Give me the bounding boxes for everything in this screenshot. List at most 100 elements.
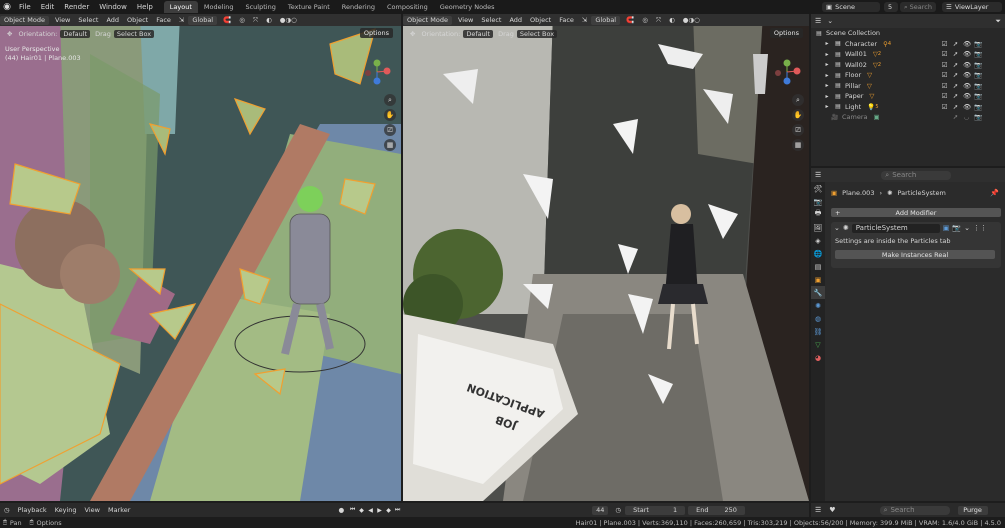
expand-arrow-icon[interactable]: ▸ [823,61,831,69]
camera-render-icon[interactable]: 📷 [974,71,982,79]
edit-mode-toggle-icon[interactable]: ▣ [943,224,950,232]
camera-render-icon[interactable]: 📷 [974,103,982,111]
next-key-icon[interactable]: ◆ [384,506,393,515]
tab-texture-paint[interactable]: Texture Paint [282,1,336,13]
tab-rendering[interactable]: Rendering [336,1,381,13]
drag-handle-icon[interactable]: ⋮⋮ [973,224,987,232]
timeline-menu-playback[interactable]: Playback [14,506,51,514]
checkbox-icon[interactable]: ☑ [941,71,948,79]
left-menu-face[interactable]: Face [152,16,175,24]
physics-tab-icon[interactable]: ◍ [811,312,825,325]
outliner-item-paper[interactable]: ▸ ▤ Paper ▽ ☑ ➚ 👁 📷 [811,91,1005,102]
right-mode-selector[interactable]: Object Mode [403,15,452,25]
make-instances-real-button[interactable]: Make Instances Real [835,250,995,259]
left-transform-orientation[interactable]: Global [188,15,218,25]
camera-render-icon[interactable]: 📷 [974,113,982,121]
right-menu-view[interactable]: View [454,16,477,24]
outliner-filter-icon[interactable]: ⏷ [995,17,1001,26]
select-icon[interactable]: ➚ [952,40,959,48]
checkbox-icon[interactable]: ☑ [941,50,948,58]
eye-icon[interactable]: 👁 [963,92,971,100]
checkbox-icon[interactable]: ☑ [941,92,948,100]
scene-number[interactable]: 5 [884,2,898,12]
collapse-arrow-icon[interactable]: ⌄ [834,224,840,232]
outliner-item-character[interactable]: ▸ ▤ Character ⚲ 4 ☑ ➚ 👁 📷 [811,39,1005,50]
world-tab-icon[interactable]: 🌐 [811,247,825,260]
render-tab-icon[interactable]: 📷 [811,195,825,208]
expand-arrow-icon[interactable]: ▸ [823,92,831,100]
tab-layout[interactable]: Layout [163,1,198,13]
menu-window[interactable]: Window [94,3,132,11]
left-zoom-icon[interactable]: ⌕ [384,94,396,106]
tab-modeling[interactable]: Modeling [198,1,240,13]
blender-logo-icon[interactable]: ◉ [0,0,14,14]
editor-type-icon[interactable]: ☰ [811,506,825,514]
play-reverse-icon[interactable]: ◀ [366,506,375,515]
data-tab-icon[interactable]: ▽ [811,338,825,351]
checkbox-icon[interactable]: ☑ [941,61,948,69]
particles-tab-icon[interactable]: ✺ [811,299,825,312]
jump-end-icon[interactable]: ⏭ [393,506,402,515]
tab-geometry-nodes[interactable]: Geometry Nodes [434,1,501,13]
camera-render-icon[interactable]: 📷 [974,40,982,48]
right-menu-object[interactable]: Object [526,16,555,24]
output-tab-icon[interactable]: 🖶 [811,208,825,221]
expand-arrow-icon[interactable]: ▸ [823,82,831,90]
constraints-tab-icon[interactable]: ⛓ [811,325,825,338]
outliner-scene-collection[interactable]: ▤ Scene Collection [811,28,1005,39]
left-snap-icon[interactable]: 🧲 [219,16,235,24]
outliner-item-camera[interactable]: 🎥 Camera ▣ ➚ ◡ 📷 [811,112,1005,123]
timeline-menu-marker[interactable]: Marker [104,506,134,514]
left-gizmo-icon[interactable]: ⤧ [249,16,262,25]
eye-icon[interactable]: 👁 [963,103,971,111]
current-frame-field[interactable]: 44 [592,505,609,515]
viewlayer-selector[interactable]: ☰ ViewLayer [942,2,1002,12]
right-proportional-icon[interactable]: ◎ [638,16,652,24]
heart-icon[interactable]: ♥ [825,506,839,514]
play-icon[interactable]: ▶ [375,506,384,515]
timeline-menu-keying[interactable]: Keying [51,506,81,514]
select-icon[interactable]: ➚ [952,61,959,69]
left-orientation-dropdown[interactable]: Default [60,30,91,38]
outliner-display-icon[interactable]: ⌄ [827,17,833,25]
expand-arrow-icon[interactable]: ▸ [823,50,831,58]
right-camera-icon[interactable]: ⎚ [792,124,804,136]
right-overlay-icon[interactable]: ◐ [665,16,679,24]
prev-key-icon[interactable]: ◆ [357,506,366,515]
camera-render-icon[interactable]: 📷 [974,50,982,58]
left-pan-icon[interactable]: ✋ [384,109,396,121]
scene-tab-icon[interactable]: ◈ [811,234,825,247]
clock-icon[interactable]: ◷ [611,506,625,514]
properties-search-input[interactable]: ⌕ Search [881,170,952,180]
right-menu-add[interactable]: Add [505,16,526,24]
right-shading-icon[interactable]: ●◑○ [679,16,704,24]
right-nav-gizmo[interactable] [773,58,801,86]
tab-sculpting[interactable]: Sculpting [239,1,281,13]
eye-closed-icon[interactable]: ◡ [963,113,970,121]
left-grid-icon[interactable]: ▦ [384,139,396,151]
scene-selector[interactable]: ▣ Scene [822,2,880,12]
dropdown-icon[interactable]: ⌄ [964,224,970,232]
select-icon[interactable]: ➚ [952,92,959,100]
camera-render-icon[interactable]: 📷 [974,61,982,69]
left-drag-dropdown[interactable]: Select Box [113,30,155,38]
right-options-button[interactable]: Options [769,28,805,38]
expand-arrow-icon[interactable]: ▸ [823,103,831,111]
right-snap-icon[interactable]: 🧲 [622,16,638,24]
left-menu-view[interactable]: View [51,16,74,24]
menu-render[interactable]: Render [59,3,94,11]
properties-editor-icon[interactable]: ☰ [815,171,821,179]
right-transform-orientation[interactable]: Global [591,15,621,25]
checkbox-icon[interactable]: ☑ [941,40,948,48]
outliner-item-pillar[interactable]: ▸ ▤ Pillar ▽ ☑ ➚ 👁 📷 [811,81,1005,92]
add-modifier-button[interactable]: + Add Modifier [831,208,1001,217]
left-options-button[interactable]: Options [359,28,395,38]
select-icon[interactable]: ➚ [952,103,959,111]
right-menu-select[interactable]: Select [477,16,505,24]
menu-file[interactable]: File [14,3,36,11]
select-icon[interactable]: ➚ [952,82,959,90]
left-mode-selector[interactable]: Object Mode [0,15,49,25]
select-icon[interactable]: ➚ [952,71,959,79]
eye-icon[interactable]: 👁 [963,50,971,58]
modifier-tab-icon[interactable]: 🔧 [811,286,825,299]
